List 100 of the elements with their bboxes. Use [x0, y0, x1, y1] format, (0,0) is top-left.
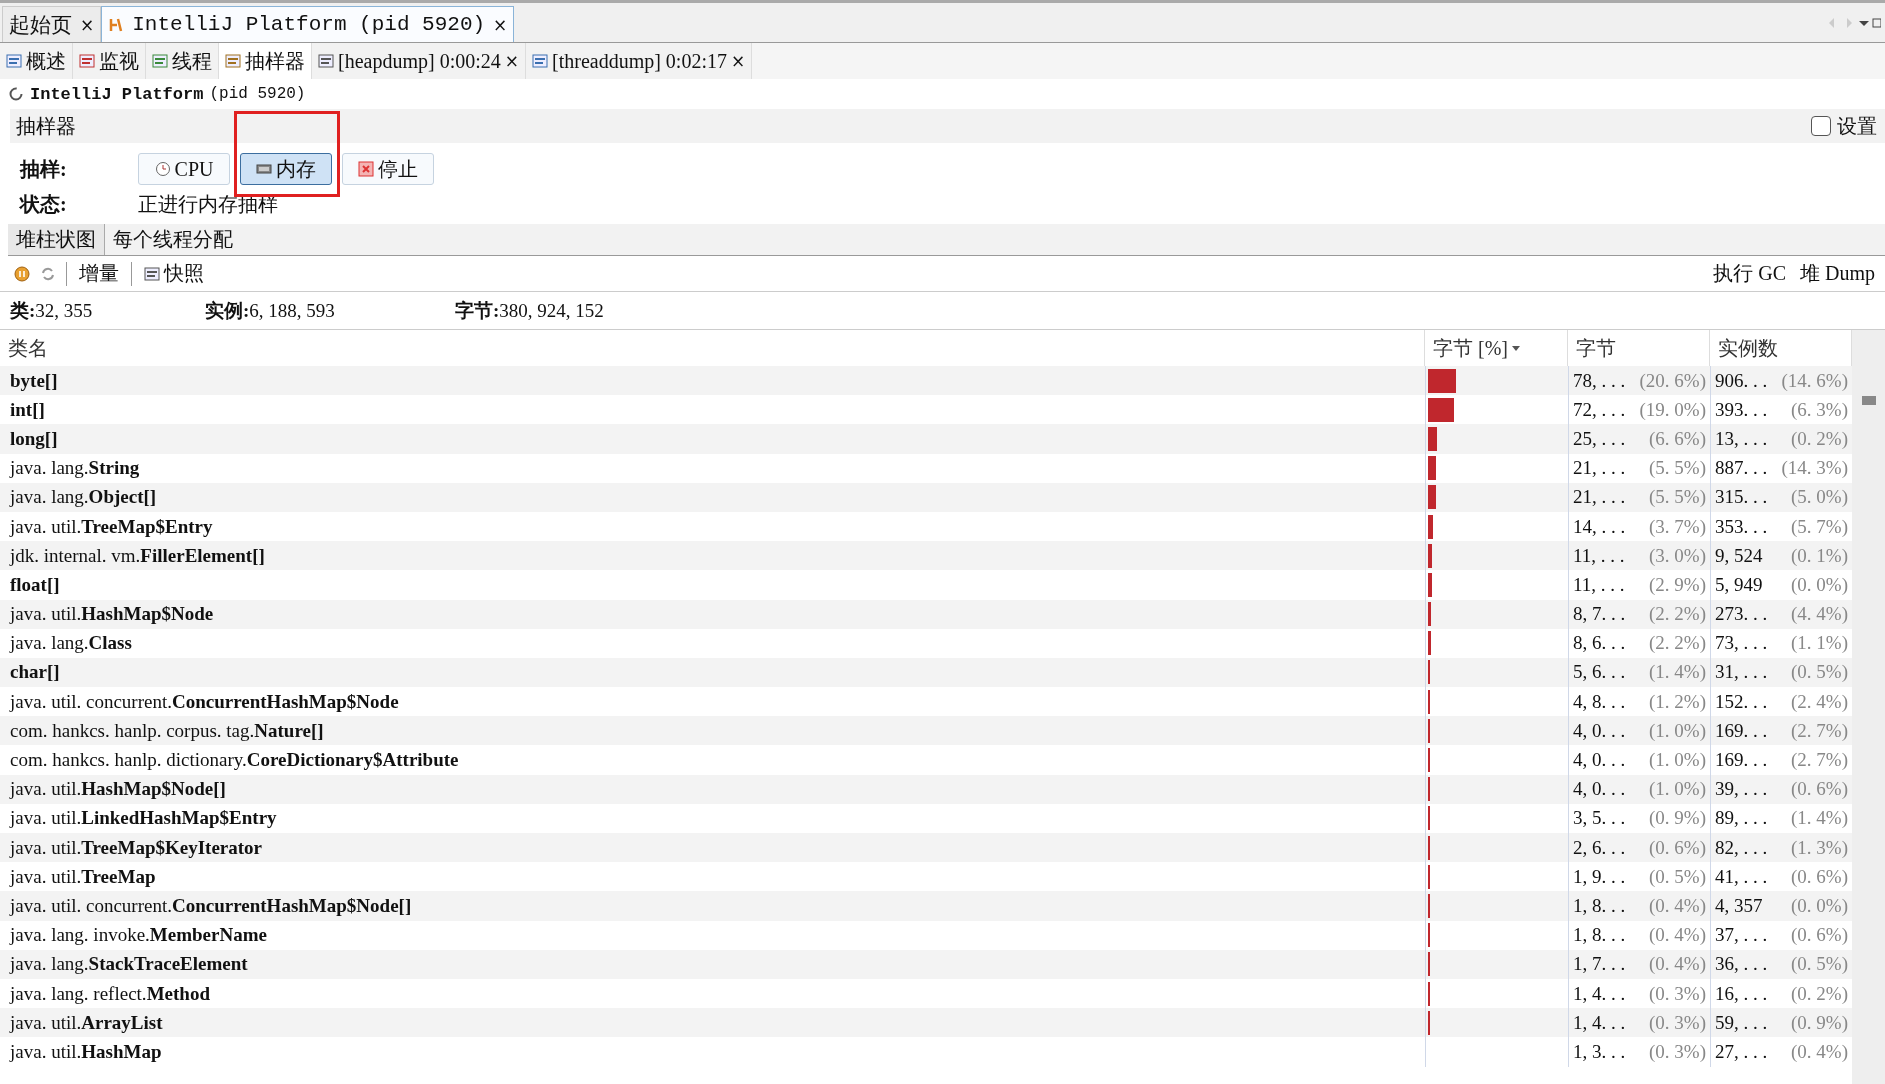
bytes-cell: 8, 6. . . [1573, 632, 1626, 655]
table-row[interactable]: byte[] 78, . . . (20. 6%) 906. . . (14. 6%) [0, 366, 1852, 396]
instances-cell: 16, . . . [1715, 982, 1768, 1005]
class-name-cell-text: java. util.HashMap [8, 1039, 163, 1064]
table-row[interactable]: java. lang.StackTraceElement 1, 7. . . (0. 4%) 36, . . . (0. 5%) [0, 949, 1852, 979]
delta-button[interactable]: 增量 [77, 260, 121, 287]
close-button[interactable]: × [730, 51, 746, 71]
bytes-percent: (1. 4%) [1649, 661, 1706, 684]
stat-text: 字节:380, 924, 152 [455, 298, 605, 323]
class-name-cell-text: java. util.LinkedHashMap$Entry [8, 806, 278, 831]
bytes-percent: (1. 0%) [1649, 719, 1706, 742]
editor-tab[interactable]: IntelliJ Platform (pid 5920) × [101, 6, 515, 42]
instances-percent: (1. 3%) [1791, 836, 1848, 859]
bytes-cell: 4, 0. . . [1573, 719, 1626, 742]
instances-cell: 887. . . [1715, 457, 1768, 480]
sampling-button[interactable]: 内存 [240, 153, 332, 185]
table-row[interactable]: java. util.TreeMap$KeyIterator 2, 6. . . (0. 6%) 82, . . . (1. 3%) [0, 833, 1852, 863]
class-name-cell-text: com. hankcs. hanlp. dictionary.CoreDictionary$Attribute [9, 748, 460, 773]
bytes-percent: (1. 0%) [1649, 749, 1706, 772]
scroll-thumb[interactable] [1862, 396, 1876, 405]
table-row[interactable]: java. util. concurrent.ConcurrentHashMap$Node[] 1, 8. . . (0. 4%) 4, 357 (0. 0%) [0, 891, 1852, 921]
bytes-cell: 1, 3. . . [1573, 1040, 1626, 1063]
process-name: IntelliJ Platform [30, 84, 204, 104]
bytes-cell: 1, 8. . . [1573, 894, 1626, 917]
gc-button[interactable]: 执行 GC [1711, 260, 1788, 287]
instances-cell: 37, . . . [1715, 924, 1768, 947]
instances-percent: (0. 6%) [1791, 865, 1848, 888]
tab-icon [225, 53, 241, 69]
tab-icon [144, 265, 160, 282]
class-name-cell-text: com. hankcs. hanlp. corpus. tag.Nature[] [9, 718, 325, 743]
tab-icon [318, 53, 334, 69]
sampling-label: 抽样: [20, 156, 68, 182]
class-name-cell-text: byte[] [9, 368, 59, 393]
table-row[interactable]: java. util.HashMap$Node 8, 7. . . (2. 2%) 273. . . (4. 4%) [0, 599, 1852, 629]
instances-percent: (1. 4%) [1791, 807, 1848, 830]
refresh-icon[interactable] [40, 265, 56, 282]
sampling-button[interactable]: CPU [138, 153, 230, 185]
class-name-cell-text: int[] [9, 397, 46, 422]
instances-percent: (0. 9%) [1791, 1011, 1848, 1034]
result-tab[interactable]: 堆柱状图 [8, 224, 105, 255]
heap-dump-button[interactable]: 堆 Dump [1798, 260, 1877, 287]
tab-icon [6, 53, 22, 69]
instances-cell: 5, 949 [1715, 573, 1763, 596]
instances-percent: (6. 3%) [1791, 398, 1848, 421]
stat-text: 类:32, 355 [10, 298, 94, 323]
class-name-cell-text: java. util. concurrent.ConcurrentHashMap$Node [8, 689, 400, 714]
table-row[interactable]: long[] 25, . . . (6. 6%) 13, . . . (0. 2%) [0, 424, 1852, 454]
table-row[interactable]: char[] 5, 6. . . (1. 4%) 31, . . . (0. 5%) [0, 657, 1852, 688]
clock-icon [154, 161, 171, 177]
class-name-cell-text: char[] [9, 660, 61, 685]
instances-percent: (0. 0%) [1791, 894, 1848, 917]
editor-tab[interactable]: 起始页 × [2, 6, 102, 42]
class-name-cell-text: java. lang.Class [8, 631, 133, 656]
snapshot-button[interactable]: 快照 [142, 260, 206, 287]
bytes-percent: (0. 3%) [1649, 982, 1706, 1005]
table-row[interactable]: java. util.ArrayList 1, 4. . . (0. 3%) 59, . . . (0. 9%) [0, 1008, 1852, 1038]
close-button[interactable]: × [80, 14, 95, 35]
table-row[interactable]: com. hankcs. hanlp. corpus. tag.Nature[] 4, 0. . . (1. 0%) 169. . . (2. 7%) [0, 716, 1852, 746]
bytes-cell: 4, 0. . . [1573, 778, 1626, 801]
class-name-cell-text: java. lang. invoke.MemberName [8, 923, 268, 948]
class-name-cell-text: java. util.ArrayList [8, 1010, 164, 1035]
bytes-cell: 8, 7. . . [1573, 603, 1626, 626]
close-button[interactable]: × [504, 51, 519, 71]
instances-cell: 36, . . . [1715, 953, 1768, 976]
bytes-percent: (0. 3%) [1649, 1040, 1706, 1063]
sampling-button[interactable]: 停止 [342, 153, 434, 185]
close-button[interactable]: × [493, 14, 508, 35]
logo-icon [108, 16, 125, 33]
tab-icon [79, 53, 95, 69]
bytes-cell: 72, . . . [1573, 398, 1626, 421]
pause-icon[interactable] [14, 265, 30, 282]
instances-cell: 169. . . [1715, 719, 1768, 742]
view-tab[interactable]: 抽样器 [219, 43, 312, 79]
section-title: 抽样器 [16, 113, 76, 139]
result-tab[interactable]: 每个线程分配 [105, 224, 241, 255]
instances-percent: (2. 4%) [1791, 690, 1848, 713]
bytes-cell: 11, . . . [1573, 573, 1625, 596]
instances-percent: (0. 2%) [1791, 427, 1848, 450]
instances-percent: (0. 1%) [1791, 544, 1848, 567]
table-row[interactable]: java. lang.Object[] 21, . . . (5. 5%) 315. . . (5. 0%) [0, 482, 1852, 512]
instances-percent: (14. 6%) [1781, 369, 1848, 392]
class-name-cell-text: long[] [9, 426, 59, 451]
bytes-percent: (3. 7%) [1649, 515, 1706, 538]
instances-percent: (1. 1%) [1791, 632, 1848, 655]
bytes-cell: 1, 7. . . [1573, 953, 1626, 976]
bytes-percent: (1. 2%) [1649, 690, 1706, 713]
scrollbar-track[interactable] [1852, 330, 1885, 1084]
class-name-cell-text: jdk. internal. vm.FillerElement[] [8, 543, 266, 568]
class-name-cell-text: java. util.HashMap$Node[] [8, 777, 227, 802]
bytes-cell: 5, 6. . . [1573, 661, 1626, 684]
instances-cell: 82, . . . [1715, 836, 1768, 859]
class-name-cell-text: java. util.TreeMap [8, 864, 157, 889]
bytes-percent: (6. 6%) [1649, 427, 1706, 450]
bytes-percent: (3. 0%) [1649, 544, 1706, 567]
bytes-cell: 21, . . . [1573, 486, 1626, 509]
table-row[interactable]: java. util.HashMap$Node[] 4, 0. . . (1. 0%) 39, . . . (0. 6%) [0, 774, 1852, 804]
bytes-percent: (19. 0%) [1639, 398, 1706, 421]
table-row[interactable]: jdk. internal. vm.FillerElement[] 11, . . . (3. 0%) 9, 524 (0. 1%) [0, 541, 1852, 571]
settings-checkbox[interactable]: 设置 [1811, 112, 1877, 140]
instances-percent: (0. 4%) [1791, 1040, 1848, 1063]
